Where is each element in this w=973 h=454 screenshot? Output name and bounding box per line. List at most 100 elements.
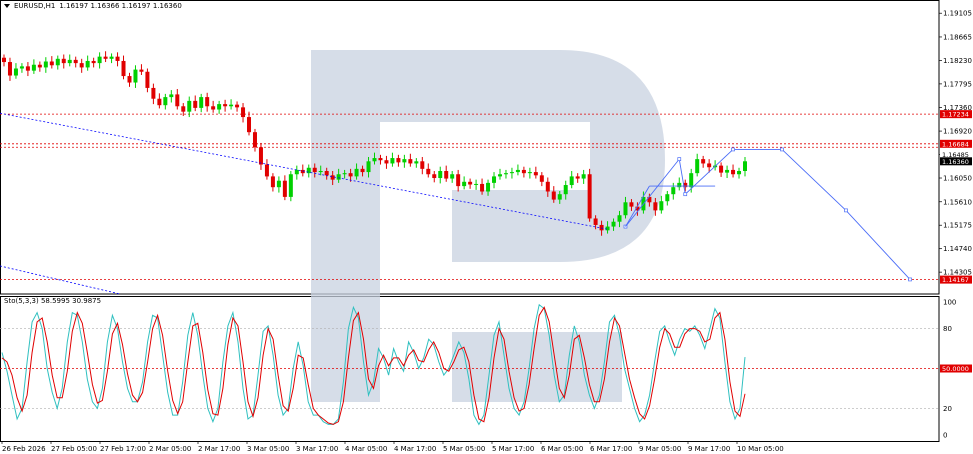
price-axis[interactable]: 1.191051.186651.182301.177951.173601.169… (939, 10, 972, 440)
candle-body (247, 117, 252, 133)
time-tick-label: 9 Mar 05:00 (639, 445, 681, 453)
candle-body (444, 171, 449, 179)
candle-body (503, 173, 508, 175)
candle-body (127, 76, 132, 83)
candle-body (205, 97, 210, 107)
candle-body (235, 104, 240, 108)
time-axis[interactable]: 26 Feb 2026 27 Feb 05:00 27 Feb 17:00 2 Mar… (1, 441, 784, 453)
sto-tick-label: 20 (943, 405, 952, 413)
chart-canvas: 1.191051.186651.182301.177951.173601.169… (0, 0, 972, 453)
candle-body (145, 71, 150, 88)
candle-body (414, 161, 419, 164)
time-tick-label: 9 Mar 17:00 (688, 445, 730, 453)
candle-body (13, 68, 18, 76)
sto-tick-label: 0 (943, 432, 947, 440)
candle-body (229, 104, 234, 107)
price-tick-label: 1.15175 (943, 222, 972, 230)
candle-body (539, 175, 544, 182)
candle-body (743, 161, 747, 172)
candle-body (61, 58, 66, 64)
time-tick-label: 5 Mar 05:00 (443, 445, 485, 453)
candle-body (617, 215, 622, 222)
candle-body (121, 60, 126, 77)
candle-body (468, 181, 473, 185)
candle-body (426, 168, 431, 175)
candle-body (288, 174, 293, 197)
time-tick-label: 4 Mar 17:00 (394, 445, 436, 453)
candle-body (384, 160, 389, 164)
candle-body (611, 221, 616, 227)
candle-body (264, 164, 269, 177)
candle-body (366, 161, 371, 173)
candle-body (187, 100, 192, 112)
price-tick-label: 1.18230 (943, 57, 972, 65)
candle-body (659, 201, 664, 211)
candle-body (587, 174, 592, 219)
chart-header[interactable]: EURUSD,H1 1.16197 1.16366 1.16197 1.1636… (4, 2, 182, 10)
candle-body (217, 104, 222, 110)
candle-body (689, 173, 694, 188)
time-tick-label: 3 Mar 05:00 (247, 445, 289, 453)
candle-body (43, 61, 48, 68)
forecast-node (677, 157, 682, 161)
candle-body (378, 158, 383, 161)
ohlc-values: 1.16197 1.16366 1.16197 1.16360 (59, 2, 182, 10)
candle-body (486, 182, 491, 192)
candle-body (336, 174, 341, 180)
candle-body (25, 66, 30, 71)
time-tick-label: 3 Mar 17:00 (296, 445, 338, 453)
forecast-node (780, 147, 784, 152)
candle-body (701, 159, 706, 164)
time-tick-label: 10 Mar 05:00 (737, 445, 784, 453)
candle-body (509, 172, 514, 174)
candle-body (725, 169, 730, 173)
candle-body (629, 202, 634, 207)
candle-body (348, 173, 353, 177)
candle-body (492, 176, 497, 183)
candle-body (342, 173, 347, 175)
forecast-node (844, 208, 848, 213)
dropdown-triangle-icon[interactable] (4, 4, 10, 8)
candle-body (719, 165, 724, 173)
candle-body (2, 57, 6, 63)
candle-body (707, 163, 712, 168)
candle-body (151, 87, 156, 99)
candle-body (480, 183, 485, 192)
candle-body (312, 167, 317, 173)
candle-body (581, 174, 586, 179)
candle-body (599, 224, 604, 231)
candle-body (450, 174, 455, 179)
price-tick-label: 1.19105 (943, 10, 972, 18)
candle-body (241, 107, 246, 118)
candle-body (211, 106, 216, 110)
candle-body (396, 158, 401, 163)
candle-body (354, 168, 359, 177)
candle-body (282, 180, 287, 197)
time-tick-label: 27 Feb 17:00 (100, 445, 146, 453)
forecast-node (908, 277, 912, 282)
candle-body (474, 183, 479, 185)
candle-body (115, 56, 120, 61)
price-tick-label: 1.17795 (943, 80, 972, 88)
candle-body (294, 169, 299, 175)
price-label-text: 1.14167 (942, 276, 969, 284)
candle-body (533, 172, 538, 176)
price-label-text: 1.17234 (942, 111, 969, 119)
candle-body (163, 97, 168, 106)
candle-body (67, 59, 72, 64)
candle-body (223, 104, 228, 107)
price-tick-label: 1.18665 (943, 33, 972, 41)
candle-body (653, 202, 658, 211)
time-tick-label: 27 Feb 05:00 (51, 445, 97, 453)
candle-body (270, 176, 275, 188)
candle-body (175, 94, 180, 107)
candle-body (402, 159, 407, 163)
candle-body (372, 158, 377, 162)
candle-body (193, 100, 198, 108)
candle-body (276, 180, 281, 188)
candle-body (593, 218, 598, 225)
price-tick-label: 1.15610 (943, 198, 972, 206)
candle-body (7, 62, 12, 76)
price-tick-label: 1.16050 (943, 175, 972, 183)
candle-body (515, 169, 520, 173)
